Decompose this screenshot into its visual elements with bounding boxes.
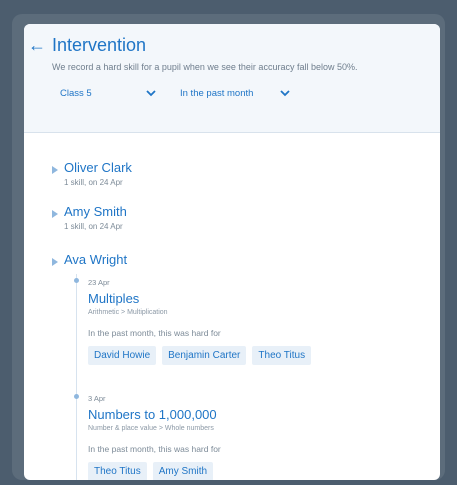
page-header: ← Intervention We record a hard skill fo… [24, 24, 440, 133]
period-select[interactable]: In the past month [180, 82, 290, 104]
chevron-down-icon [280, 84, 290, 102]
app-frame: ← Intervention We record a hard skill fo… [12, 14, 445, 480]
triangle-right-icon[interactable] [52, 166, 58, 174]
back-arrow-icon[interactable]: ← [28, 36, 46, 54]
page-subtitle: We record a hard skill for a pupil when … [52, 62, 358, 72]
dot-icon [74, 394, 79, 399]
pupil-chips: Theo Titus Amy Smith [88, 462, 418, 480]
skill-entry: 3 Apr Numbers to 1,000,000 Number & plac… [88, 394, 418, 480]
triangle-right-icon[interactable] [52, 258, 58, 266]
chevron-down-icon [146, 84, 156, 102]
skill-path: Number & place value > Whole numbers [88, 425, 214, 432]
pupil-name[interactable]: Ava Wright [64, 252, 127, 267]
skill-name[interactable]: Numbers to 1,000,000 [88, 407, 418, 422]
skill-name[interactable]: Multiples [88, 291, 418, 306]
pupil-chip[interactable]: Benjamin Carter [162, 346, 247, 365]
dot-icon [74, 278, 79, 283]
period-select-value: In the past month [180, 87, 254, 99]
pupil-chip[interactable]: Theo Titus [252, 346, 312, 365]
hard-for-label: In the past month, this was hard for [88, 444, 221, 454]
triangle-right-icon[interactable] [52, 210, 58, 218]
pupil-chip[interactable]: David Howie [88, 346, 157, 365]
pupil-meta: 1 skill, on 24 Apr [64, 178, 123, 187]
timeline-line [76, 274, 77, 480]
pupil-chip[interactable]: Theo Titus [88, 462, 147, 480]
hard-for-label: In the past month, this was hard for [88, 328, 221, 338]
entry-date: 3 Apr [88, 394, 106, 403]
pupil-name[interactable]: Oliver Clark [64, 160, 132, 175]
class-select[interactable]: Class 5 [60, 82, 156, 104]
skill-path: Arithmetic > Multiplication [88, 309, 168, 316]
skill-entry: 23 Apr Multiples Arithmetic > Multiplica… [88, 278, 418, 365]
entry-date: 23 Apr [88, 278, 110, 287]
intervention-card: ← Intervention We record a hard skill fo… [24, 24, 440, 480]
page-title: Intervention [52, 35, 147, 55]
pupil-chips: David Howie Benjamin Carter Theo Titus [88, 346, 418, 365]
class-select-value: Class 5 [60, 87, 92, 99]
pupil-chip[interactable]: Amy Smith [152, 462, 214, 480]
pupil-meta: 1 skill, on 24 Apr [64, 222, 123, 231]
pupil-name[interactable]: Amy Smith [64, 204, 127, 219]
